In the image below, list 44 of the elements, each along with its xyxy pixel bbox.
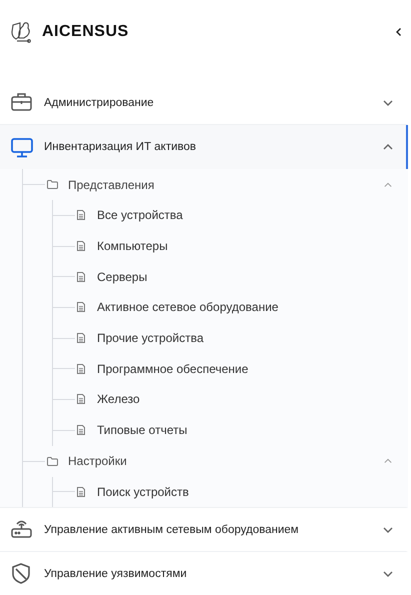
folder-item[interactable]: Представления [23, 169, 406, 200]
menu-link[interactable]: Все устройства [97, 208, 183, 222]
menu-link[interactable]: Программное обеспечение [97, 362, 248, 376]
menu-link[interactable]: Железо [97, 392, 140, 406]
router-icon [11, 519, 33, 540]
document-icon [77, 364, 85, 374]
menu-label: Управление уязвимостями [44, 568, 188, 580]
menu-item[interactable]: Управление активным сетевым оборудованием [0, 508, 408, 552]
logo-icon [10, 20, 32, 44]
menu-link[interactable]: Типовые отчеты [97, 423, 188, 438]
menu-label: Инвентаризация ИТ активов [44, 141, 198, 153]
document-icon [77, 333, 85, 344]
logo-text: AICENSUS [42, 22, 130, 40]
menu-item[interactable]: Инвентаризация ИТ активов [0, 125, 408, 169]
chevron-down-icon [383, 570, 393, 578]
document-icon [77, 425, 85, 436]
document-icon [77, 210, 85, 220]
document-icon [77, 302, 85, 312]
menu-link[interactable]: Компьютеры [97, 239, 168, 254]
menu-label: Администрирование [44, 96, 155, 108]
folder-icon [47, 456, 58, 466]
menu-label: Управление активным сетевым оборудованием [44, 524, 300, 536]
menu-link[interactable]: Активное сетевое оборудование [97, 300, 278, 314]
shield-icon [11, 563, 33, 584]
chevron-left-icon [395, 26, 403, 36]
folder-label: Настройки [68, 454, 128, 468]
menu-link[interactable]: Поиск устройств [97, 484, 189, 499]
chevron-down-icon [383, 98, 393, 106]
menu-item[interactable]: Управление уязвимостями [0, 552, 408, 595]
chevron-up-icon [384, 457, 392, 465]
document-icon [77, 394, 85, 404]
menu-link[interactable]: Прочие устройства [97, 331, 204, 346]
folder-icon [47, 180, 58, 189]
document-icon [77, 272, 85, 282]
chevron-up-icon [384, 180, 392, 188]
document-icon [77, 486, 85, 497]
menu-link[interactable]: Серверы [97, 270, 148, 284]
folder-label: Представления [68, 178, 156, 192]
chevron-up-icon [383, 143, 393, 151]
monitor-icon [11, 136, 33, 158]
folder-item[interactable]: Настройки [23, 446, 406, 476]
briefcase-icon [11, 92, 33, 113]
chevron-down-icon [383, 526, 393, 534]
document-icon [77, 241, 85, 252]
